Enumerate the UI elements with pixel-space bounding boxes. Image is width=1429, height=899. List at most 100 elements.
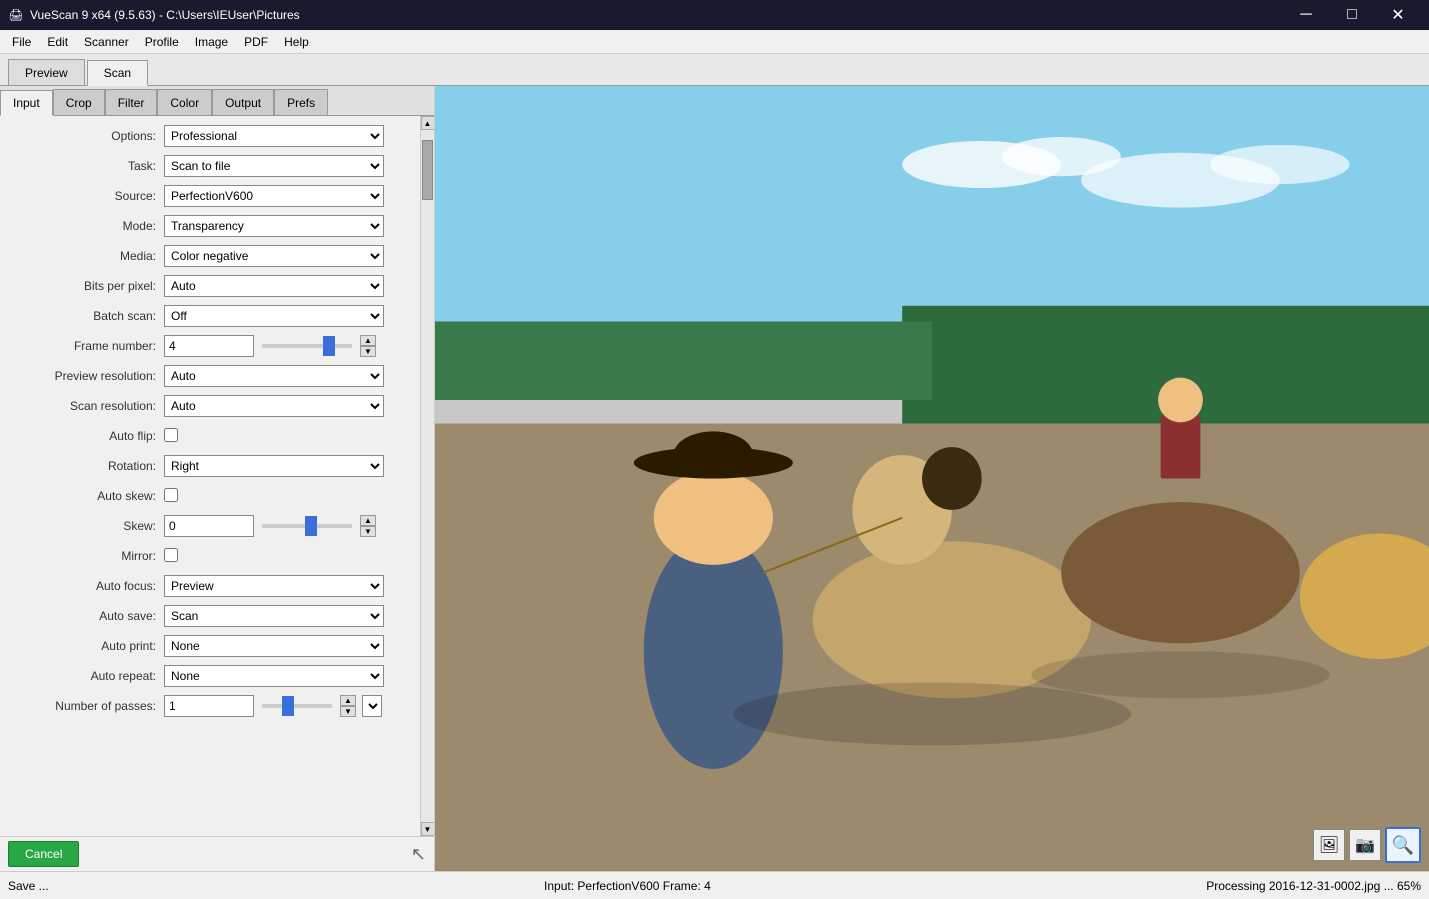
auto-flip-checkbox[interactable] [164, 428, 178, 442]
menu-profile[interactable]: Profile [137, 33, 187, 51]
num-passes-slider-thumb[interactable] [282, 696, 294, 716]
skew-slider-thumb[interactable] [305, 516, 317, 536]
status-right: Processing 2016-12-31-0002.jpg ... 65% [1206, 879, 1421, 893]
menu-bar: File Edit Scanner Profile Image PDF Help [0, 30, 1429, 54]
frame-spin-down[interactable]: ▼ [360, 346, 376, 357]
auto-repeat-select[interactable]: None On [164, 665, 384, 687]
menu-help[interactable]: Help [276, 33, 317, 51]
batch-select[interactable]: Off On [164, 305, 384, 327]
frame-input[interactable] [164, 335, 254, 357]
skew-spin-up[interactable]: ▲ [360, 515, 376, 526]
zoom-in-icon: 🔍 [1392, 835, 1414, 856]
tab-scan[interactable]: Scan [87, 60, 148, 86]
title-bar: 🖨 VueScan 9 x64 (9.5.63) - C:\Users\IEUs… [0, 0, 1429, 30]
mirror-control [164, 548, 416, 565]
status-left: Save ... [8, 879, 49, 893]
num-passes-row: Number of passes: ▲ ▼ ▼ [4, 694, 416, 718]
bits-row: Bits per pixel: Auto 8 16 48 [4, 274, 416, 298]
num-passes-spin-down[interactable]: ▼ [340, 706, 356, 717]
frame-spinbutton[interactable]: ▲ ▼ [360, 335, 376, 357]
menu-pdf[interactable]: PDF [236, 33, 276, 51]
scan-res-label: Scan resolution: [4, 399, 164, 413]
options-label: Options: [4, 129, 164, 143]
save-status[interactable]: Save ... [8, 879, 49, 893]
cancel-button[interactable]: Cancel [8, 841, 79, 867]
scroll-down-arrow[interactable]: ▼ [421, 822, 435, 836]
auto-focus-control: Preview Scan None [164, 575, 416, 597]
app-title: VueScan 9 x64 (9.5.63) - C:\Users\IEUser… [30, 8, 300, 22]
scrollbar[interactable]: ▲ ▼ [420, 116, 434, 836]
menu-edit[interactable]: Edit [39, 33, 76, 51]
auto-save-label: Auto save: [4, 609, 164, 623]
mode-row: Mode: Transparency Reflective [4, 214, 416, 238]
options-select[interactable]: Professional Basic [164, 125, 384, 147]
options-row: Options: Professional Basic [4, 124, 416, 148]
subtab-crop[interactable]: Crop [53, 89, 105, 115]
main-layout: Input Crop Filter Color Output Prefs Opt… [0, 86, 1429, 871]
task-select[interactable]: Scan to file Scan to printer Copy [164, 155, 384, 177]
cancel-area: Cancel ↖ [0, 836, 434, 871]
mirror-checkbox[interactable] [164, 548, 178, 562]
settings-scroll[interactable]: Options: Professional Basic Task: Scan t… [0, 116, 420, 836]
preview-image [435, 86, 1429, 871]
preview-res-row: Preview resolution: Auto 75 150 300 [4, 364, 416, 388]
cursor-indicator: ↖ [411, 844, 426, 865]
auto-skew-control [164, 488, 416, 505]
num-passes-spin-up[interactable]: ▲ [340, 695, 356, 706]
auto-skew-checkbox[interactable] [164, 488, 178, 502]
zoom-in-button[interactable]: 🔍 [1385, 827, 1421, 863]
menu-file[interactable]: File [4, 33, 39, 51]
rotation-select[interactable]: Right Left 180 None [164, 455, 384, 477]
auto-save-select[interactable]: Scan Preview None [164, 605, 384, 627]
subtab-prefs[interactable]: Prefs [274, 89, 328, 115]
tab-preview[interactable]: Preview [8, 59, 85, 85]
num-passes-extra[interactable]: ▼ [362, 695, 382, 717]
title-bar-controls: ─ □ ✕ [1283, 0, 1421, 30]
scroll-thumb[interactable] [422, 140, 433, 200]
task-row: Task: Scan to file Scan to printer Copy [4, 154, 416, 178]
source-select[interactable]: PerfectionV600 [164, 185, 384, 207]
scan-res-select[interactable]: Auto 300 600 1200 [164, 395, 384, 417]
auto-repeat-label: Auto repeat: [4, 669, 164, 683]
minimize-button[interactable]: ─ [1283, 0, 1329, 30]
auto-flip-row: Auto flip: [4, 424, 416, 448]
scroll-up-arrow[interactable]: ▲ [421, 116, 435, 130]
skew-input[interactable] [164, 515, 254, 537]
auto-print-label: Auto print: [4, 639, 164, 653]
photo-icon-2-glyph: 📷 [1355, 835, 1375, 855]
auto-save-control: Scan Preview None [164, 605, 416, 627]
photo-icon-2[interactable]: 📷 [1349, 829, 1381, 861]
subtab-color[interactable]: Color [157, 89, 212, 115]
bits-label: Bits per pixel: [4, 279, 164, 293]
menu-scanner[interactable]: Scanner [76, 33, 137, 51]
frame-control: ▲ ▼ [164, 335, 416, 357]
close-button[interactable]: ✕ [1375, 0, 1421, 30]
mode-select[interactable]: Transparency Reflective [164, 215, 384, 237]
subtab-input[interactable]: Input [0, 90, 53, 116]
preview-res-label: Preview resolution: [4, 369, 164, 383]
preview-res-select[interactable]: Auto 75 150 300 [164, 365, 384, 387]
frame-slider-thumb[interactable] [323, 336, 335, 356]
maximize-button[interactable]: □ [1329, 0, 1375, 30]
menu-image[interactable]: Image [187, 33, 236, 51]
auto-focus-select[interactable]: Preview Scan None [164, 575, 384, 597]
subtab-output[interactable]: Output [212, 89, 274, 115]
bits-select[interactable]: Auto 8 16 48 [164, 275, 384, 297]
frame-spin-up[interactable]: ▲ [360, 335, 376, 346]
skew-spinbutton[interactable]: ▲ ▼ [360, 515, 376, 537]
auto-print-select[interactable]: None Preview Scan [164, 635, 384, 657]
media-row: Media: Color negative Color positive B&W… [4, 244, 416, 268]
mode-label: Mode: [4, 219, 164, 233]
photo-icon-1[interactable]: 🖼 [1313, 829, 1345, 861]
scan-res-control: Auto 300 600 1200 [164, 395, 416, 417]
task-label: Task: [4, 159, 164, 173]
num-passes-input[interactable] [164, 695, 254, 717]
status-center: Input: PerfectionV600 Frame: 4 [49, 879, 1207, 893]
media-control: Color negative Color positive B&W negati… [164, 245, 416, 267]
subtab-filter[interactable]: Filter [105, 89, 158, 115]
task-control: Scan to file Scan to printer Copy [164, 155, 416, 177]
input-info: Input: PerfectionV600 Frame: 4 [544, 879, 711, 893]
media-select[interactable]: Color negative Color positive B&W negati… [164, 245, 384, 267]
num-passes-spinbutton[interactable]: ▲ ▼ [340, 695, 356, 717]
skew-spin-down[interactable]: ▼ [360, 526, 376, 537]
